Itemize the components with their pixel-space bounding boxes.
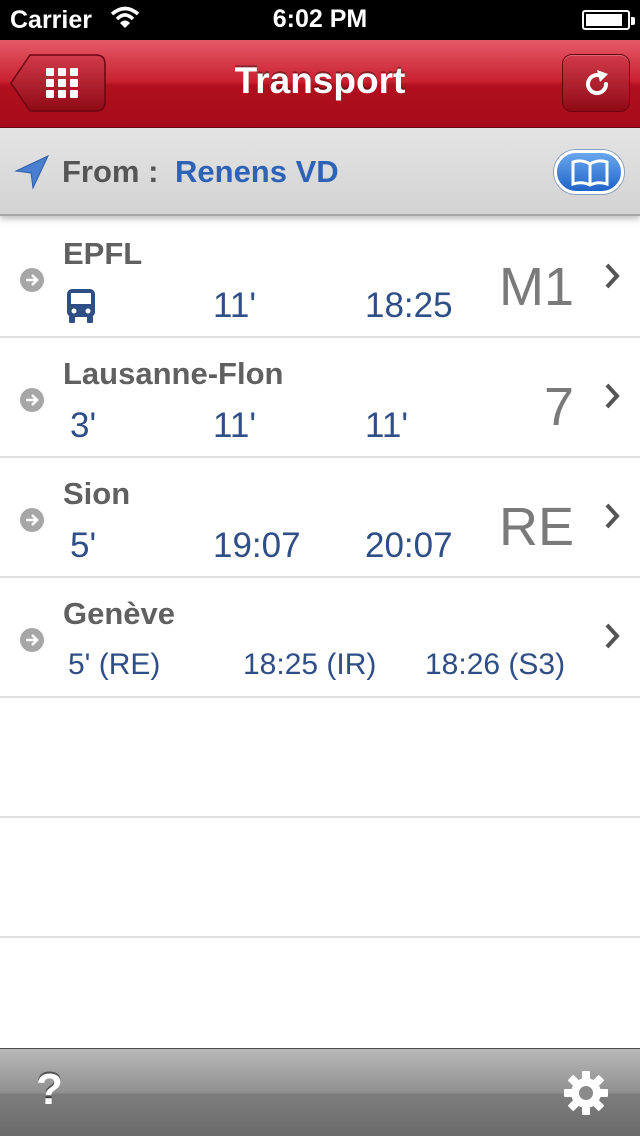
empty-row: [0, 698, 640, 818]
destination-row[interactable]: EPFL 11' 18:25 M1: [0, 218, 640, 338]
status-bar: Carrier 6:02 PM: [0, 0, 640, 40]
destination-list: EPFL 11' 18:25 M1 Lausanne-Flon 3' 11' 1…: [0, 218, 640, 938]
departure-time: 5': [70, 526, 97, 565]
book-icon: [571, 159, 609, 187]
go-arrow-icon: [20, 268, 44, 292]
page-title: Transport: [234, 60, 406, 101]
settings-button[interactable]: [562, 1069, 610, 1122]
departure-time: 18:26 (S3): [425, 648, 566, 681]
clock: 6:02 PM: [272, 5, 368, 33]
go-arrow-icon: [20, 388, 44, 412]
navigation-bar: Transport: [0, 40, 640, 128]
favorites-button[interactable]: [554, 150, 624, 194]
departure-time: 5' (RE): [68, 648, 161, 681]
departure-time: 19:07: [213, 526, 301, 565]
refresh-button[interactable]: [562, 54, 630, 112]
departure-time: 11': [365, 406, 409, 445]
bus-icon: [66, 288, 96, 329]
destination-name: EPFL: [63, 236, 143, 271]
departure-time: 11': [213, 286, 257, 325]
chevron-right-icon: [604, 262, 620, 295]
gear-icon: [564, 1071, 608, 1115]
empty-row: [0, 818, 640, 938]
chevron-right-icon: [604, 502, 620, 535]
line-number: M1: [498, 257, 574, 317]
departure-time: 18:25 (IR): [243, 648, 377, 681]
origin-station[interactable]: Renens VD: [175, 154, 339, 190]
destination-row[interactable]: Sion 5' 19:07 20:07 RE: [0, 458, 640, 578]
departure-time: 11': [213, 406, 257, 445]
departure-time: 20:07: [365, 526, 453, 565]
departure-time: 18:25: [365, 286, 453, 325]
destination-name: Lausanne-Flon: [63, 356, 284, 391]
chevron-right-icon: [604, 382, 620, 415]
chevron-right-icon: [604, 622, 620, 655]
destination-name: Sion: [63, 476, 131, 511]
location-arrow-icon[interactable]: [14, 154, 50, 195]
refresh-icon: [586, 70, 609, 96]
destination-row[interactable]: Lausanne-Flon 3' 11' 11' 7: [0, 338, 640, 458]
line-number: RE: [498, 497, 574, 557]
go-arrow-icon: [20, 628, 44, 652]
bottom-toolbar: ?: [0, 1048, 640, 1136]
destination-row[interactable]: Genève 5' (RE) 18:25 (IR) 18:26 (S3): [0, 578, 640, 698]
line-number: 7: [543, 377, 574, 437]
battery-icon: [582, 10, 635, 30]
go-arrow-icon: [20, 508, 44, 532]
help-button[interactable]: ?: [36, 1065, 63, 1115]
destination-name: Genève: [63, 596, 176, 631]
from-label: From :: [62, 154, 159, 189]
departure-time: 3': [70, 406, 97, 445]
origin-bar: From : Renens VD: [0, 128, 640, 216]
